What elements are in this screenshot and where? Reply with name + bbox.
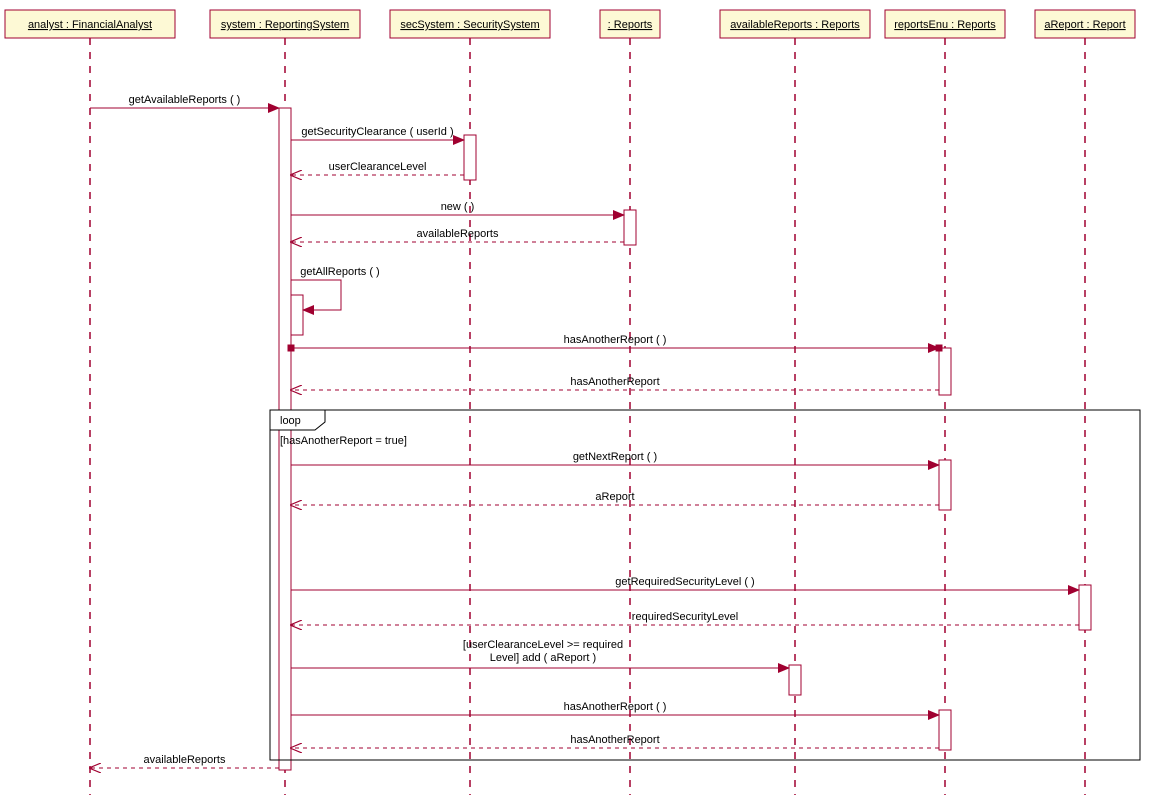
msg-hasAnotherReport-1-label: hasAnotherReport ( ) xyxy=(564,334,667,346)
activation-reports xyxy=(624,210,636,245)
msg-getNextReport-label: getNextReport ( ) xyxy=(573,451,657,463)
msg-add-label1: [userClearanceLevel >= required xyxy=(463,639,623,651)
msg-getRequiredSecurityLevel-label: getRequiredSecurityLevel ( ) xyxy=(615,576,754,588)
lifeline-label-secSystem: secSystem : SecuritySystem xyxy=(400,19,539,31)
msg-new-label: new ( ) xyxy=(441,201,475,213)
sequence-diagram: analyst : FinancialAnalyst system : Repor… xyxy=(0,0,1154,801)
lifeline-label-analyst: analyst : FinancialAnalyst xyxy=(28,19,152,31)
messages: getAvailableReports ( ) getSecurityCleara… xyxy=(90,94,1079,768)
lifeline-label-aReport: aReport : Report xyxy=(1044,19,1125,31)
lifeline-label-enu: reportsEnu : Reports xyxy=(894,19,996,31)
msg-requiredSecurityLevel-label: requiredSecurityLevel xyxy=(632,611,738,623)
activation-enu-2 xyxy=(939,460,951,510)
msg-getAvailableReports-label: getAvailableReports ( ) xyxy=(129,94,241,106)
lifeline-label-reports: : Reports xyxy=(608,19,653,31)
lifelines: analyst : FinancialAnalyst system : Repor… xyxy=(5,10,1135,795)
activation-secSystem xyxy=(464,135,476,180)
lifeline-label-avail: availableReports : Reports xyxy=(730,19,860,31)
msg-getAllReports-label: getAllReports ( ) xyxy=(300,266,379,278)
activation-avail xyxy=(789,665,801,695)
activation-system-self xyxy=(291,295,303,335)
msg-add-label2: Level] add ( aReport ) xyxy=(490,652,596,664)
loop-guard: [hasAnotherReport = true] xyxy=(280,435,407,447)
msg-hasAnotherReport-2-label: hasAnotherReport ( ) xyxy=(564,701,667,713)
msg-aReport-return-label: aReport xyxy=(595,491,634,503)
msg-getSecurityClearance-label: getSecurityClearance ( userId ) xyxy=(301,126,453,138)
activation-enu-1 xyxy=(939,348,951,395)
msg-availableReports-final-label: availableReports xyxy=(144,754,226,766)
lifeline-label-system: system : ReportingSystem xyxy=(221,19,349,31)
activation-enu-3 xyxy=(939,710,951,750)
msg-availableReports-return-label: availableReports xyxy=(417,228,499,240)
msg-userClearanceLevel-label: userClearanceLevel xyxy=(329,161,427,173)
activation-aReport xyxy=(1079,585,1091,630)
msg-hasAnotherReport-return-1-label: hasAnotherReport xyxy=(570,376,659,388)
endpoint-end xyxy=(936,345,942,351)
msg-hasAnotherReport-return-2-label: hasAnotherReport xyxy=(570,734,659,746)
loop-label: loop xyxy=(280,415,301,427)
